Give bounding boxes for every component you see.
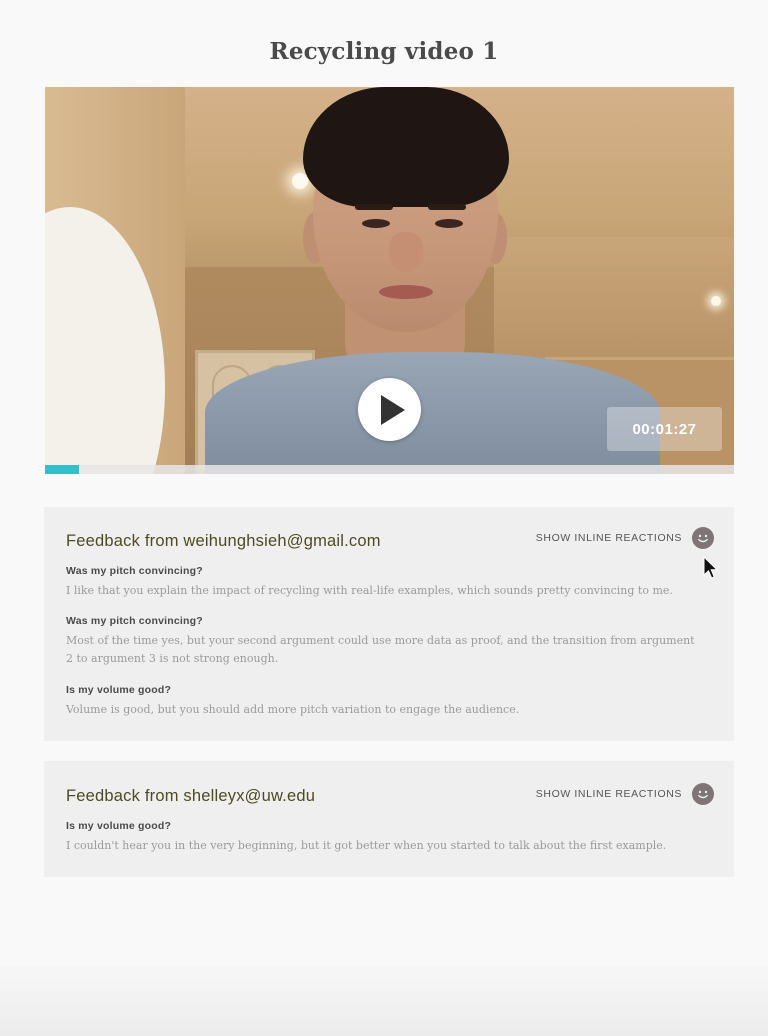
feedback-item: Is my volume good? Volume is good, but y…: [66, 684, 704, 719]
smiley-icon: [692, 783, 714, 805]
presenter-eye: [435, 219, 463, 228]
presenter-brow: [428, 204, 466, 210]
page-footer-band: [0, 966, 768, 1036]
reactions-label: SHOW INLINE REACTIONS: [535, 788, 682, 800]
play-button[interactable]: [358, 378, 421, 441]
show-inline-reactions-button[interactable]: SHOW INLINE REACTIONS: [536, 527, 714, 549]
feedback-card: Feedback from shelleyx@uw.edu SHOW INLIN…: [44, 761, 734, 877]
feedback-item: Was my pitch convincing? Most of the tim…: [66, 615, 704, 668]
smiley-icon: [692, 527, 714, 549]
presenter-eye: [362, 219, 390, 228]
video-progress-fill: [45, 465, 80, 474]
feedback-card-header: Feedback from shelleyx@uw.edu SHOW INLIN…: [66, 761, 714, 805]
feedback-answer: Most of the time yes, but your second ar…: [66, 634, 695, 665]
presenter-brow: [355, 204, 393, 210]
feedback-question: Is my volume good?: [66, 684, 172, 696]
feedback-card: Feedback from weihunghsieh@gmail.com SHO…: [44, 507, 734, 741]
video-player[interactable]: 00:01:27: [45, 87, 734, 474]
feedback-answer: I couldn't hear you in the very beginnin…: [66, 839, 667, 852]
video-progress-bar[interactable]: [45, 465, 734, 474]
feedback-title: Feedback from shelleyx@uw.edu: [66, 787, 316, 805]
feedback-item: Was my pitch convincing? I like that you…: [66, 565, 704, 600]
page-title: Recycling video 1: [269, 38, 499, 65]
feedback-item: Is my volume good? I couldn't hear you i…: [66, 820, 704, 855]
feedback-answer: Volume is good, but you should add more …: [66, 703, 520, 716]
feedback-title: Feedback from weihunghsieh@gmail.com: [66, 532, 381, 550]
feedback-question: Is my volume good?: [66, 820, 172, 832]
video-frame-light: [292, 173, 308, 189]
video-timestamp: 00:01:27: [607, 407, 722, 451]
play-icon: [381, 395, 405, 425]
presenter-nose: [389, 232, 423, 272]
presenter-shirt: [205, 352, 660, 474]
video-frame-light: [711, 296, 721, 306]
mouse-cursor-icon: [703, 556, 719, 579]
feedback-question: Was my pitch convincing?: [66, 615, 203, 627]
feedback-answer: I like that you explain the impact of re…: [66, 584, 673, 597]
feedback-question: Was my pitch convincing?: [66, 565, 203, 577]
show-inline-reactions-button[interactable]: SHOW INLINE REACTIONS: [536, 783, 714, 805]
presenter-mouth: [379, 285, 433, 299]
feedback-card-header: Feedback from weihunghsieh@gmail.com SHO…: [66, 507, 714, 550]
reactions-label: SHOW INLINE REACTIONS: [535, 532, 682, 544]
